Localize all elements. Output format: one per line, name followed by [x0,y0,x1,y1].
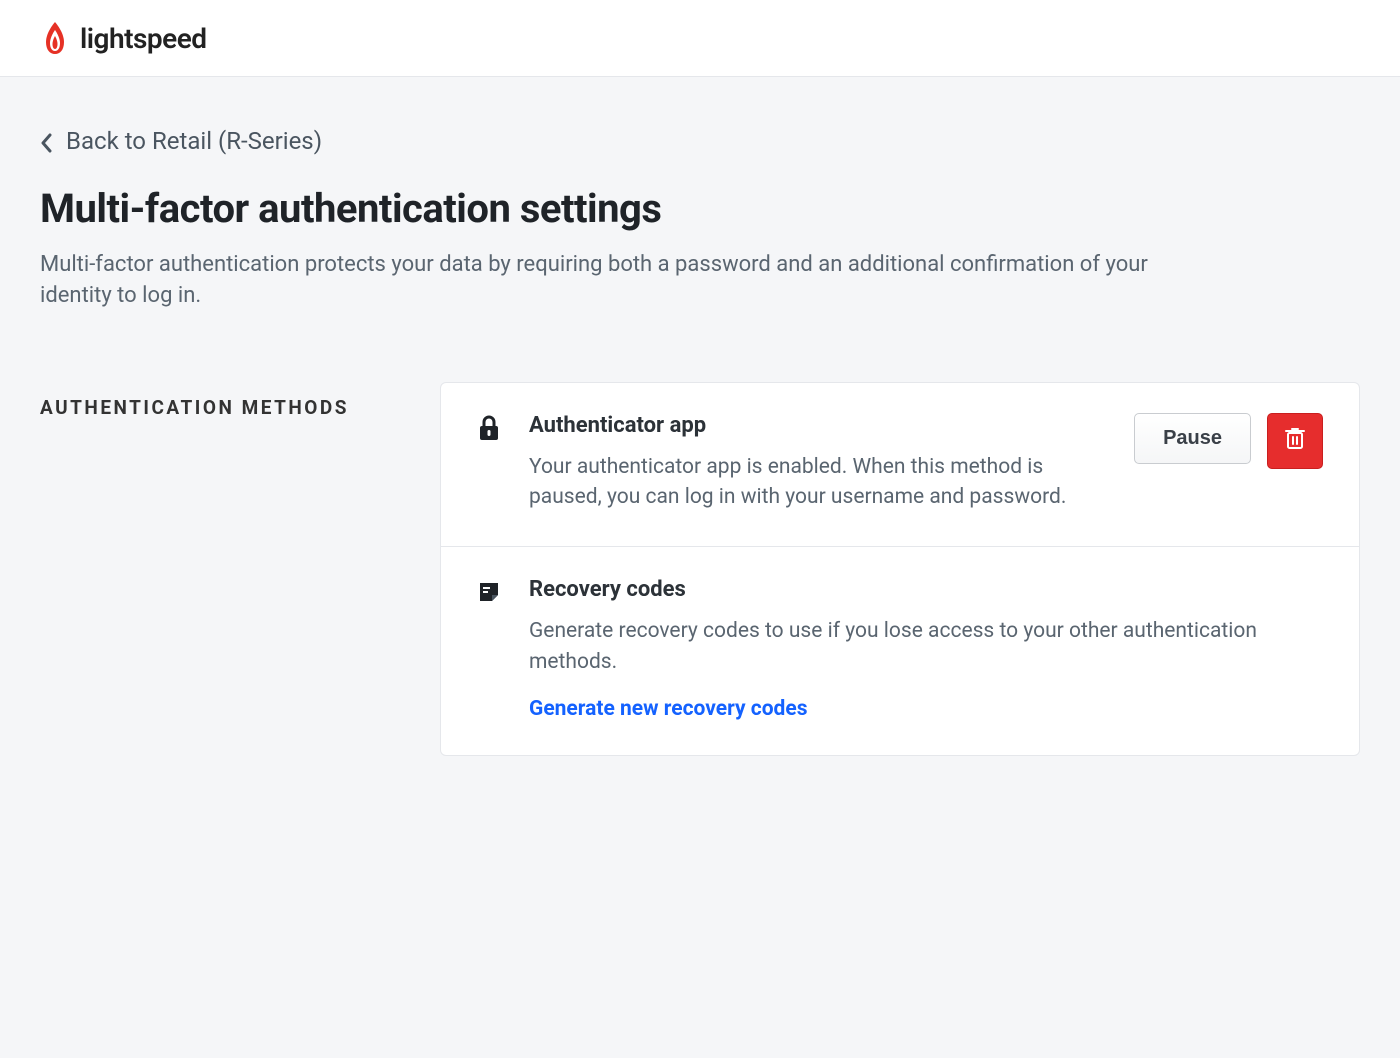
pause-button[interactable]: Pause [1134,413,1251,464]
chevron-left-icon [40,131,52,151]
back-link[interactable]: Back to Retail (R-Series) [40,127,322,155]
method-authenticator-description: Your authenticator app is enabled. When … [529,452,1110,513]
method-authenticator-title: Authenticator app [529,413,1110,438]
method-recovery-title: Recovery codes [529,577,1323,602]
method-recovery-body: Recovery codes Generate recovery codes t… [529,577,1323,721]
trash-icon [1284,426,1306,456]
delete-button[interactable] [1267,413,1323,469]
top-header: lightspeed [0,0,1400,77]
generate-recovery-codes-link[interactable]: Generate new recovery codes [529,697,808,721]
brand-name: lightspeed [80,22,207,55]
method-authenticator: Authenticator app Your authenticator app… [441,383,1359,547]
methods-card-group: Authenticator app Your authenticator app… [440,382,1360,757]
settings-layout: Authentication methods Authenticator app… [40,382,1360,757]
brand-logo[interactable]: lightspeed [40,20,1360,56]
method-recovery-description: Generate recovery codes to use if you lo… [529,616,1323,677]
note-icon [477,577,505,721]
method-recovery: Recovery codes Generate recovery codes t… [441,546,1359,755]
flame-icon [40,20,70,56]
method-authenticator-actions: Pause [1134,413,1323,513]
page-title: Multi-factor authentication settings [40,185,1360,232]
back-link-label: Back to Retail (R-Series) [66,127,322,155]
method-authenticator-body: Authenticator app Your authenticator app… [529,413,1110,513]
section-heading: Authentication methods [40,382,400,757]
page-description: Multi-factor authentication protects you… [40,250,1220,312]
page-content: Back to Retail (R-Series) Multi-factor a… [0,77,1400,816]
lock-icon [477,413,505,513]
